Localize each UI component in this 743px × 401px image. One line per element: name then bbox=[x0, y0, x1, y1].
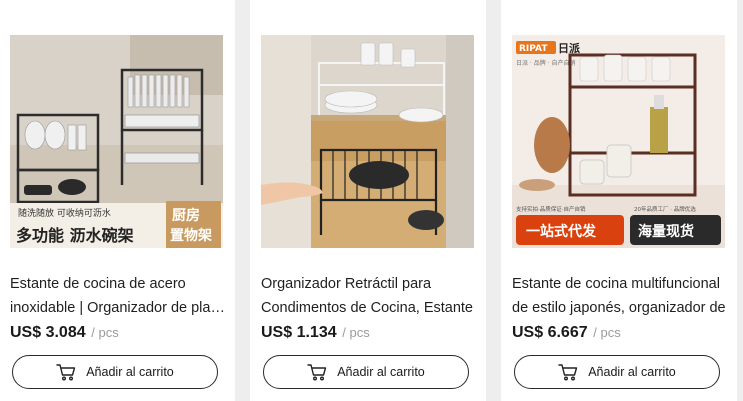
banner-btn-right: 海量现货 bbox=[638, 223, 694, 240]
product-card[interactable]: Organizador Retráctil para Condimentos d… bbox=[250, 0, 486, 401]
add-to-cart-button[interactable]: Añadir al carrito bbox=[514, 355, 720, 389]
product-card[interactable]: RIPAT 日派 日派 · 品牌 · 自产自销 支持实拍·品质保证·自产自销 2… bbox=[501, 0, 737, 401]
cart-icon bbox=[56, 363, 76, 381]
price-unit: / pcs bbox=[342, 325, 370, 340]
price-row: US$ 6.667 / pcs bbox=[512, 324, 621, 342]
add-to-cart-label: Añadir al carrito bbox=[588, 365, 676, 379]
product-image[interactable]: RIPAT 日派 日派 · 品牌 · 自产自销 支持实拍·品质保证·自产自销 2… bbox=[512, 35, 725, 248]
badge-line2: 置物架 bbox=[170, 227, 212, 244]
product-title[interactable]: Estante de cocina multifuncional de esti… bbox=[512, 272, 728, 320]
product-title-line2: inoxidable | Organizador de platos bbox=[10, 300, 226, 316]
price-unit: / pcs bbox=[593, 325, 621, 340]
add-to-cart-label: Añadir al carrito bbox=[337, 365, 425, 379]
banner-btn-left: 一站式代发 bbox=[526, 223, 597, 240]
product-title[interactable]: Estante de cocina de acero inoxidable | … bbox=[10, 272, 226, 320]
product-price: US$ 3.084 bbox=[10, 324, 86, 341]
add-to-cart-label: Añadir al carrito bbox=[86, 365, 174, 379]
brand-tagline: 日派 · 品牌 · 自产自销 bbox=[516, 59, 575, 67]
product-image[interactable]: 随洗随放 可收纳可沥水 多功能 沥水碗架 厨房 置物架 bbox=[10, 35, 223, 248]
brand-logo-text: RIPAT bbox=[519, 44, 548, 54]
cart-icon bbox=[558, 363, 578, 381]
product-title-line1: Organizador Retráctil para bbox=[261, 276, 432, 292]
price-unit: / pcs bbox=[91, 325, 119, 340]
product-card[interactable]: 随洗随放 可收纳可沥水 多功能 沥水碗架 厨房 置物架 Estante de c… bbox=[0, 0, 235, 401]
add-to-cart-button[interactable]: Añadir al carrito bbox=[12, 355, 218, 389]
product-price: US$ 6.667 bbox=[512, 324, 588, 341]
product-image[interactable] bbox=[261, 35, 474, 248]
product-title[interactable]: Organizador Retráctil para Condimentos d… bbox=[261, 272, 477, 320]
badge-line1: 厨房 bbox=[172, 207, 200, 224]
product-title-line1: Estante de cocina multifuncional bbox=[512, 276, 720, 292]
product-title-line2: Condimentos de Cocina, Estante bbox=[261, 300, 473, 316]
add-to-cart-button[interactable]: Añadir al carrito bbox=[263, 355, 469, 389]
price-row: US$ 3.084 / pcs bbox=[10, 324, 119, 342]
product-grid: 随洗随放 可收纳可沥水 多功能 沥水碗架 厨房 置物架 Estante de c… bbox=[0, 0, 743, 401]
product-price: US$ 1.134 bbox=[261, 324, 337, 341]
price-row: US$ 1.134 / pcs bbox=[261, 324, 370, 342]
cart-icon bbox=[307, 363, 327, 381]
banner-small-right: 20年品质工厂 · 品牌优选 bbox=[634, 205, 696, 213]
product-title-line2: de estilo japonés, organizador de bbox=[512, 300, 726, 316]
banner-small-left: 支持实拍·品质保证·自产自销 bbox=[516, 205, 586, 213]
product-title-line1: Estante de cocina de acero bbox=[10, 276, 186, 292]
brand-suffix: 日派 bbox=[558, 42, 581, 55]
banner-big-text: 多功能 沥水碗架 bbox=[16, 226, 134, 245]
banner-small-text: 随洗随放 可收纳可沥水 bbox=[18, 207, 111, 219]
